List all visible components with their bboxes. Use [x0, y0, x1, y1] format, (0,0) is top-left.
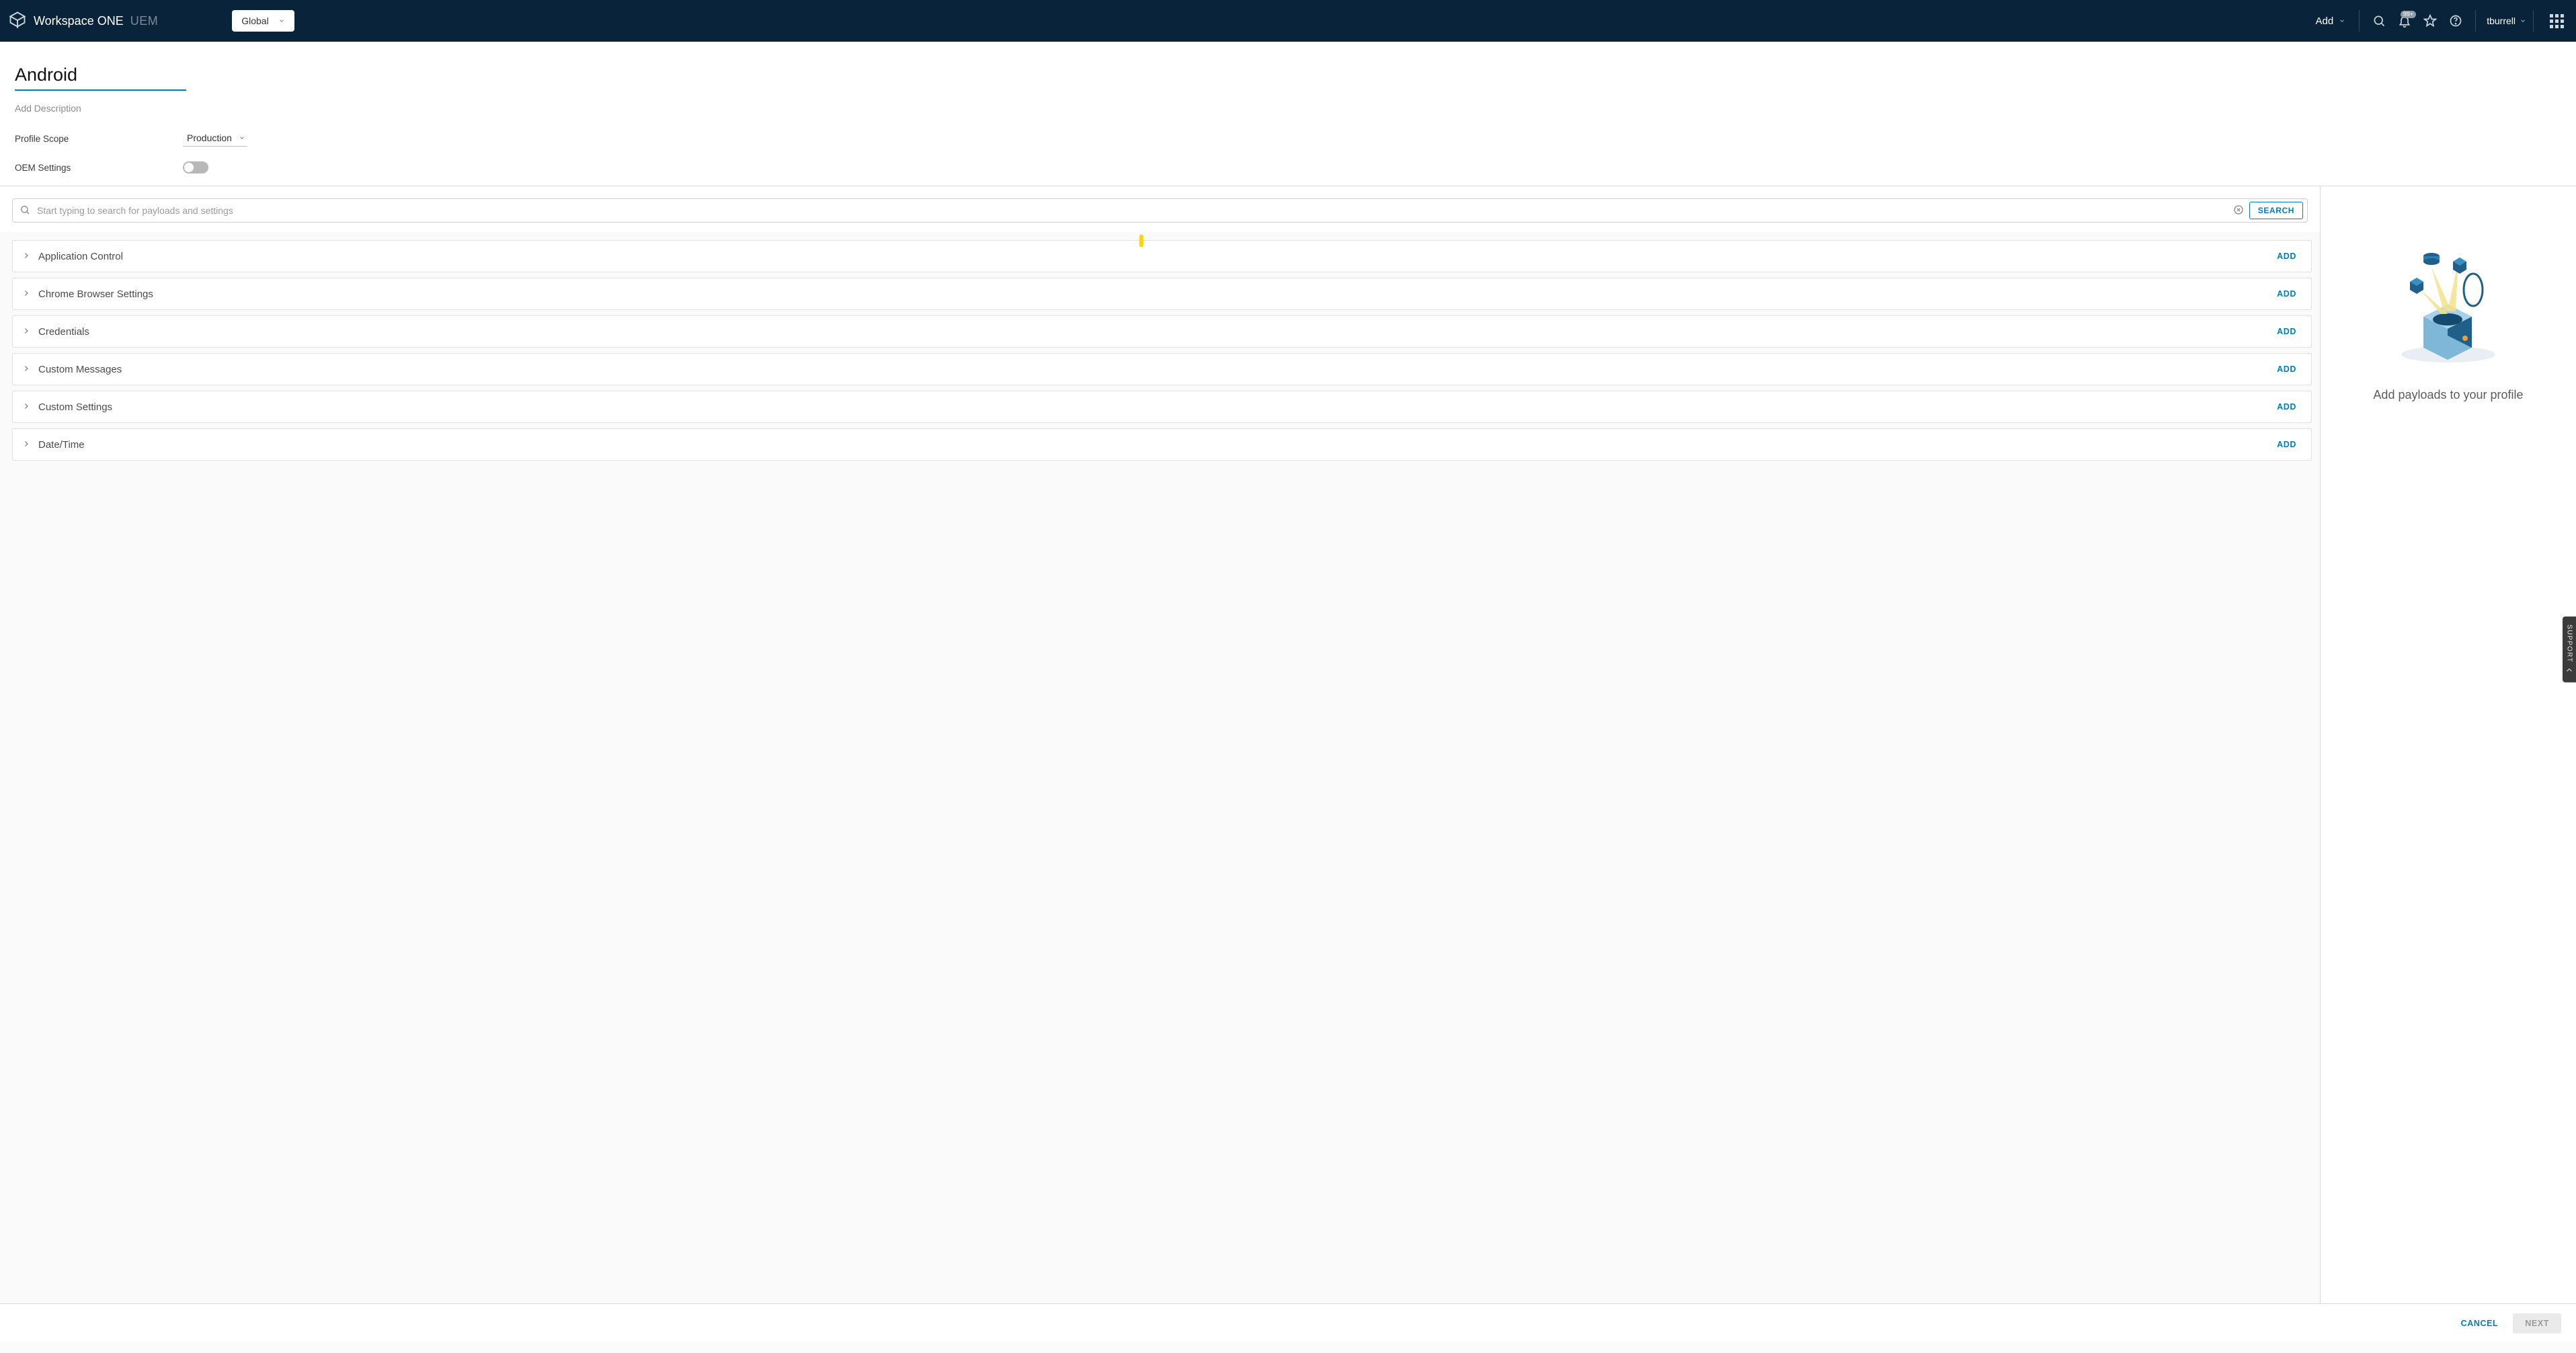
- payload-name: Date/Time: [38, 439, 2269, 451]
- support-tab[interactable]: SUPPORT: [2563, 616, 2576, 683]
- user-menu[interactable]: tburrell: [2487, 15, 2526, 26]
- payloads-pane: SEARCH Application ControlADDChrome Brow…: [0, 186, 2321, 1303]
- search-button[interactable]: SEARCH: [2249, 202, 2303, 219]
- chevron-right-icon: [22, 364, 30, 375]
- clear-search-icon[interactable]: [2233, 204, 2244, 217]
- oem-settings-toggle[interactable]: [183, 161, 208, 173]
- payload-add-button[interactable]: ADD: [2277, 252, 2296, 261]
- chevron-right-icon: [22, 401, 30, 412]
- payload-row[interactable]: Chrome Browser Settings ADD: [12, 278, 2312, 310]
- main-content: SEARCH Application ControlADDChrome Brow…: [0, 186, 2576, 1303]
- profile-scope-value: Production: [187, 132, 232, 143]
- payload-add-button[interactable]: ADD: [2277, 364, 2296, 374]
- notifications-icon[interactable]: 99+: [2392, 8, 2417, 34]
- payload-name: Credentials: [38, 326, 2269, 338]
- page-head: Android Add Description Profile Scope Pr…: [0, 42, 2576, 186]
- username: tburrell: [2487, 15, 2515, 26]
- separator: [2359, 10, 2360, 32]
- payload-name: Custom Messages: [38, 364, 2269, 375]
- support-label: SUPPORT: [2566, 624, 2573, 662]
- payload-add-button[interactable]: ADD: [2277, 327, 2296, 336]
- payload-add-button[interactable]: ADD: [2277, 402, 2296, 412]
- search-icon: [19, 204, 30, 217]
- notifications-badge: 99+: [2401, 11, 2416, 18]
- org-group-selector[interactable]: Global: [232, 10, 294, 32]
- search-icon[interactable]: [2366, 8, 2392, 34]
- chevron-left-icon: [2565, 666, 2573, 674]
- separator: [2533, 10, 2534, 32]
- payload-add-button[interactable]: ADD: [2277, 289, 2296, 299]
- summary-pane: Add payloads to your profile: [2321, 186, 2576, 1303]
- product-logo: Workspace ONE UEM: [8, 10, 158, 32]
- payload-row[interactable]: Custom Settings ADD: [12, 391, 2312, 423]
- product-name-main: Workspace ONE: [34, 14, 124, 28]
- payload-row[interactable]: Credentials ADD: [12, 315, 2312, 348]
- indicator-marker: [1139, 235, 1143, 247]
- favorites-icon[interactable]: [2417, 8, 2443, 34]
- payload-row[interactable]: Custom Messages ADD: [12, 353, 2312, 385]
- chevron-down-icon: [2339, 15, 2345, 27]
- payload-name: Custom Settings: [38, 401, 2269, 413]
- profile-scope-select[interactable]: Production: [183, 131, 247, 147]
- chevron-right-icon: [22, 439, 30, 450]
- chevron-down-icon: [2520, 15, 2526, 26]
- next-button[interactable]: NEXT: [2513, 1313, 2561, 1333]
- separator: [2475, 10, 2476, 32]
- payload-list[interactable]: Application ControlADDChrome Browser Set…: [0, 232, 2320, 1303]
- chevron-right-icon: [22, 288, 30, 299]
- payload-row[interactable]: Application Control ADD: [12, 240, 2312, 272]
- page-title[interactable]: Android: [15, 65, 186, 91]
- cancel-button[interactable]: CANCEL: [2457, 1318, 2503, 1329]
- chevron-down-icon: [239, 132, 245, 143]
- footer: CANCEL NEXT: [0, 1303, 2576, 1342]
- apps-grid-icon[interactable]: [2550, 14, 2564, 28]
- payload-search-bar: SEARCH: [12, 198, 2308, 223]
- add-menu[interactable]: Add: [2316, 15, 2346, 27]
- profile-scope-label: Profile Scope: [15, 134, 183, 144]
- description-field[interactable]: Add Description: [15, 103, 2561, 114]
- top-nav: Workspace ONE UEM Global Add 99+ tburrel…: [0, 0, 2576, 42]
- product-name-sub: UEM: [130, 14, 159, 28]
- product-logo-icon: [8, 10, 27, 32]
- payload-name: Chrome Browser Settings: [38, 288, 2269, 300]
- payload-search-input[interactable]: [36, 204, 2228, 217]
- payload-name: Application Control: [38, 251, 2269, 262]
- add-menu-label: Add: [2316, 15, 2334, 27]
- summary-hint: Add payloads to your profile: [2373, 388, 2523, 402]
- profile-illustration: [2391, 247, 2505, 368]
- oem-settings-label: OEM Settings: [15, 163, 183, 173]
- payload-row[interactable]: Date/Time ADD: [12, 428, 2312, 461]
- chevron-right-icon: [22, 251, 30, 262]
- chevron-right-icon: [22, 326, 30, 337]
- help-icon[interactable]: [2443, 8, 2468, 34]
- org-group-selected: Global: [241, 15, 268, 26]
- chevron-down-icon: [278, 15, 285, 26]
- payload-add-button[interactable]: ADD: [2277, 440, 2296, 449]
